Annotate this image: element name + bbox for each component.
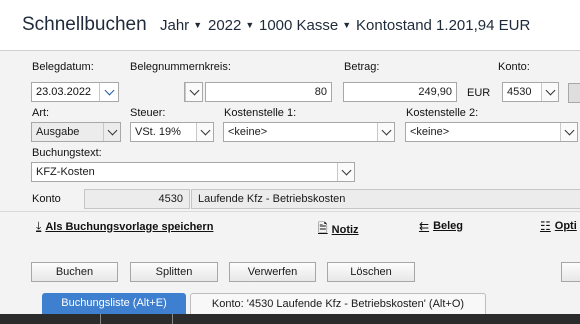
kostenstelle1-label: Kostenstelle 1: — [224, 107, 297, 119]
steuer-label: Steuer: — [130, 107, 166, 119]
konto-value: 4530 — [507, 86, 532, 98]
chevron-down-icon — [337, 163, 354, 181]
caret-down-icon: ▼ — [245, 20, 255, 30]
account-dropdown[interactable]: 1000 Kasse ▼ — [259, 17, 351, 34]
receipt-icon: ⇇ — [419, 219, 430, 233]
notiz-label: Notiz — [331, 223, 359, 236]
column-separator — [172, 314, 173, 324]
chevron-down-icon — [377, 123, 394, 141]
table-header — [0, 314, 580, 324]
chevron-down-icon — [185, 83, 202, 101]
page-title: Schnellbuchen — [22, 14, 147, 35]
currency-label: EUR — [467, 87, 491, 99]
belegnummer-input[interactable]: 80 — [205, 82, 332, 102]
konto-description-display: Laufende Kfz - Betriebskosten — [191, 189, 580, 209]
art-label: Art: — [32, 107, 50, 119]
konto-number-display: 4530 — [84, 189, 190, 209]
tab-buchungsliste[interactable]: Buchungsliste (Alt+E) — [42, 293, 186, 314]
options-link[interactable]: ☷ Opti — [540, 219, 577, 233]
year-label: 2022 — [208, 17, 242, 34]
beleg-label: Beleg — [433, 220, 464, 232]
kostenstelle1-value: <keine> — [228, 126, 268, 138]
caret-down-icon: ▼ — [193, 20, 203, 30]
kostenstelle2-value: <keine> — [410, 126, 450, 138]
download-icon: ⤓ — [36, 219, 42, 233]
buchungstext-label: Buchungstext: — [32, 147, 102, 159]
caret-down-icon: ▼ — [342, 20, 352, 30]
note-icon: 🗎 — [318, 221, 328, 235]
calendar-dropdown-icon[interactable] — [99, 83, 118, 101]
betrag-label: Betrag: — [344, 61, 380, 73]
period-type-dropdown[interactable]: Jahr ▼ — [160, 17, 202, 34]
belegdatum-value: 23.03.2022 — [36, 86, 92, 98]
buchen-button[interactable]: Buchen — [31, 262, 118, 282]
period-type-label: Jahr — [160, 17, 190, 34]
art-dropdown[interactable]: Ausgabe — [31, 122, 121, 142]
splitten-button[interactable]: Splitten — [130, 262, 218, 282]
betrag-input[interactable]: 249,90 — [343, 82, 457, 102]
art-value: Ausgabe — [36, 126, 80, 138]
konto-info-label: Konto — [32, 193, 61, 205]
balance-display: Kontostand 1.201,94 EUR — [356, 17, 531, 34]
nummernkreis-dropdown[interactable] — [184, 82, 203, 102]
extra-button[interactable] — [561, 262, 580, 282]
tab-konto[interactable]: Konto: '4530 Laufende Kfz - Betriebskost… — [190, 293, 486, 314]
chevron-down-icon — [196, 123, 213, 141]
belegdatum-input[interactable]: 23.03.2022 — [31, 82, 119, 102]
notiz-link[interactable]: 🗎 Notiz — [318, 219, 359, 240]
settings-sliders-icon: ☷ — [540, 219, 551, 233]
verwerfen-button[interactable]: Verwerfen — [229, 262, 316, 282]
chevron-down-icon — [560, 123, 577, 141]
buchungstext-dropdown[interactable]: KFZ-Kosten — [31, 162, 355, 182]
loeschen-button[interactable]: Löschen — [327, 262, 415, 282]
belegnummernkreis-label: Belegnummernkreis: — [130, 61, 231, 73]
buchungstext-value: KFZ-Kosten — [36, 166, 95, 178]
save-template-label: Als Buchungsvorlage speichern — [45, 220, 214, 233]
chevron-down-icon — [103, 123, 120, 141]
kostenstelle2-dropdown[interactable]: <keine> — [405, 122, 578, 142]
belegdatum-label: Belegdatum: — [32, 61, 94, 73]
kostenstelle1-dropdown[interactable]: <keine> — [223, 122, 395, 142]
options-label: Opti — [554, 220, 577, 232]
konto-label: Konto: — [498, 61, 530, 73]
account-label: 1000 Kasse — [259, 17, 339, 34]
kostenstelle2-label: Kostenstelle 2: — [406, 107, 479, 119]
steuer-dropdown[interactable]: VSt. 19% — [130, 122, 214, 142]
save-template-link[interactable]: ⤓ Als Buchungsvorlage speichern — [36, 219, 213, 234]
year-dropdown[interactable]: 2022 ▼ — [208, 17, 254, 34]
divider — [0, 211, 580, 212]
konto-lookup-button[interactable] — [568, 83, 580, 103]
chevron-down-icon — [541, 83, 558, 101]
column-separator — [100, 314, 101, 324]
steuer-value: VSt. 19% — [135, 126, 181, 138]
konto-dropdown[interactable]: 4530 — [502, 82, 559, 102]
beleg-link[interactable]: ⇇ Beleg — [419, 219, 463, 233]
